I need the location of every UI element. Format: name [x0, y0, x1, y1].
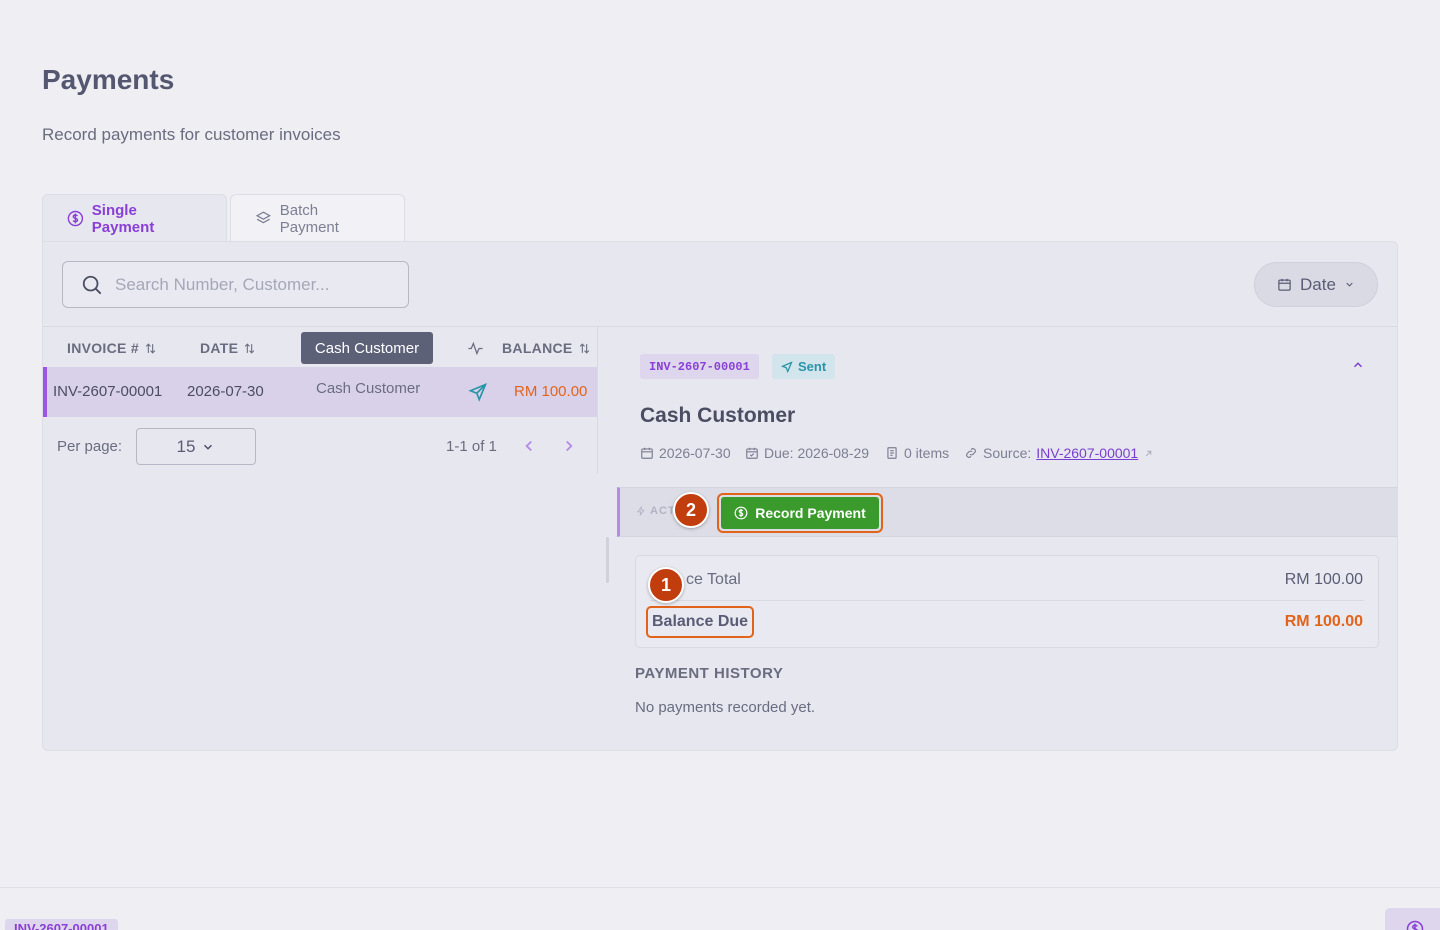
tab-batch-payment[interactable]: Batch Payment [230, 194, 405, 242]
status-badge: Sent [772, 354, 836, 379]
link-icon [966, 448, 976, 458]
record-payment-button[interactable]: Record Payment [717, 493, 883, 533]
invoice-date-value: 2026-07-30 [659, 445, 731, 461]
dollar-circle-icon [734, 506, 748, 520]
summary-divider [650, 600, 1364, 601]
chevron-right-icon[interactable] [560, 437, 578, 455]
column-header-date[interactable]: DATE [200, 340, 256, 356]
column-header-date-label: DATE [200, 340, 239, 356]
lightning-icon [636, 506, 645, 516]
item-count-value: 0 items [904, 445, 950, 461]
column-header-invoice[interactable]: INVOICE # [67, 340, 157, 356]
invoice-number-badge: INV-2607-00001 [640, 354, 759, 379]
balance-due-value: RM 100.00 [1284, 613, 1363, 630]
resize-handle[interactable] [606, 537, 609, 583]
chevron-down-icon [1346, 282, 1353, 287]
row-invoice: INV-2607-00001 [53, 383, 163, 400]
column-header-balance[interactable]: BALANCE [502, 340, 591, 356]
sort-icon [579, 342, 589, 354]
pagination-range: 1-1 of 1 [446, 438, 497, 455]
per-page-label: Per page: [57, 438, 123, 455]
search-input[interactable] [115, 274, 395, 295]
footer-invoice-badge[interactable]: INV-2607-00001 [5, 919, 118, 930]
source-info: Source: INV-2607-00001 [964, 445, 1154, 461]
column-header-invoice-label: INVOICE # [67, 340, 139, 356]
chevron-left-icon[interactable] [520, 437, 538, 455]
search-icon [82, 275, 102, 294]
invoice-date: 2026-07-30 [640, 445, 731, 461]
per-page-value: 15 [176, 436, 196, 456]
document-icon [887, 447, 897, 459]
payment-history-title: PAYMENT HISTORY [635, 665, 784, 682]
payment-history-empty: No payments recorded yet. [635, 699, 816, 716]
status-badge-label: Sent [798, 359, 827, 374]
balance-due-label: Balance Due [646, 606, 755, 638]
date-filter-button[interactable]: Date [1254, 262, 1378, 307]
send-icon [781, 360, 793, 373]
item-count: 0 items [885, 445, 949, 461]
calendar-icon [1278, 278, 1291, 291]
chevron-up-icon[interactable] [1351, 358, 1365, 372]
tab-single-payment[interactable]: Single Payment [42, 194, 227, 242]
tab-batch-payment-label: Batch Payment [279, 201, 339, 236]
date-filter-label: Date [1300, 274, 1336, 294]
source-label: Source: [983, 445, 1032, 461]
actions-label-text: ACT [650, 505, 676, 517]
layers-icon [255, 211, 271, 224]
activity-icon [468, 341, 483, 356]
record-payment-button-inner[interactable]: Record Payment [721, 497, 879, 529]
column-header-balance-label: BALANCE [502, 340, 573, 356]
table-row[interactable]: INV-2607-00001 2026-07-30 Cash Customer … [43, 367, 597, 417]
row-date: 2026-07-30 [187, 383, 264, 400]
list-divider [597, 326, 598, 474]
send-icon [468, 382, 488, 402]
page-title: Payments [42, 64, 175, 95]
payments-panel: Date INVOICE # DATE Cash Customer BALANC… [42, 241, 1398, 751]
external-link-icon[interactable] [1143, 448, 1154, 459]
dollar-circle-icon [67, 210, 84, 227]
per-page-select[interactable]: 15 [136, 428, 256, 465]
row-balance: RM 100.00 [514, 383, 588, 400]
step-marker-1: 1 [648, 567, 684, 603]
calendar-icon [641, 447, 653, 459]
invoice-total-label: ce Total [686, 571, 741, 588]
toolbar-divider [43, 326, 1397, 327]
floating-action-button[interactable] [1385, 908, 1440, 930]
source-link[interactable]: INV-2607-00001 [1036, 445, 1138, 461]
column-header-status[interactable] [467, 340, 484, 357]
tab-single-payment-label: Single Payment [91, 201, 155, 236]
search-box[interactable] [62, 261, 409, 308]
customer-tooltip: Cash Customer [301, 332, 433, 364]
page-subtitle: Record payments for customer invoices [42, 125, 341, 144]
sort-icon [145, 342, 156, 354]
step-marker-2: 2 [673, 492, 709, 528]
due-date: Due: 2026-08-29 [745, 445, 869, 461]
footer-divider [0, 887, 1440, 888]
invoice-total-value: RM 100.00 [1284, 571, 1363, 588]
sort-icon [245, 342, 255, 354]
row-customer: Cash Customer [316, 380, 421, 397]
actions-label: ACT [636, 505, 676, 517]
due-date-value: Due: 2026-08-29 [764, 445, 870, 461]
calendar-check-icon [746, 447, 758, 459]
chevron-down-icon [204, 444, 213, 450]
record-payment-label: Record Payment [755, 505, 866, 521]
customer-name: Cash Customer [640, 404, 796, 427]
invoice-summary: ce Total RM 100.00 Balance Due RM 100.00 [635, 555, 1379, 648]
dollar-circle-icon [1406, 920, 1424, 930]
actions-bar: ACT Record Payment [617, 487, 1398, 537]
